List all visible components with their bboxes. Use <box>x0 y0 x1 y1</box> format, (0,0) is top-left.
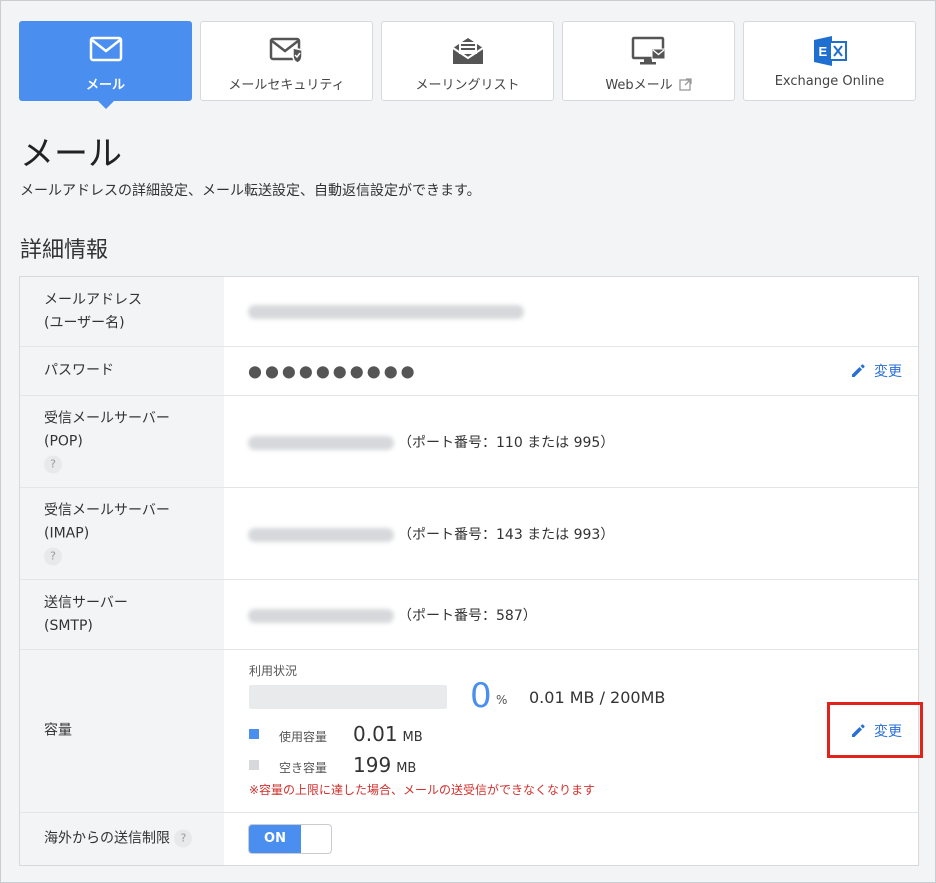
row-header: 容量 <box>20 650 224 812</box>
tab-exchange-online[interactable]: E Exchange Online <box>743 21 916 101</box>
overseas-label: 海外からの送信制限 <box>44 830 170 847</box>
imap-label: 受信メールサーバー <box>44 502 170 518</box>
free-value: 199 <box>353 753 392 777</box>
exchange-icon: E <box>813 36 847 66</box>
help-icon[interactable]: ? <box>44 547 62 565</box>
external-link-icon <box>679 78 692 91</box>
row-value: 利用状況 0 % 0.01 MB / 200MB 使用容量 0.01 MB 空き… <box>224 650 918 812</box>
tab-mail[interactable]: メール <box>19 21 192 109</box>
pop-server-redacted <box>248 435 394 450</box>
mailing-list-icon <box>451 38 484 64</box>
help-icon[interactable]: ? <box>174 829 193 848</box>
used-unit: MB <box>402 730 423 745</box>
tab-mailing-list[interactable]: メーリングリスト <box>381 21 554 101</box>
row-value <box>224 277 918 346</box>
detail-table: メールアドレス (ユーザー名) パスワード ●●●●●●●●●● 変更 受信メー… <box>19 276 919 866</box>
tab-label: Webメール <box>605 78 673 93</box>
row-value: （ポート番号：143 または 993） <box>224 488 918 579</box>
capacity-label: 容量 <box>44 722 72 739</box>
mail-icon <box>89 36 122 62</box>
row-smtp: 送信サーバー (SMTP) （ポート番号：587） <box>20 580 918 650</box>
section-title: 詳細情報 <box>20 238 109 263</box>
legend-swatch-used <box>249 729 259 739</box>
email-value-redacted <box>248 304 524 319</box>
row-header: 海外からの送信制限 ? <box>20 813 224 865</box>
row-value: （ポート番号：110 または 995） <box>224 396 918 487</box>
usage-label: 利用状況 <box>249 664 298 678</box>
email-label: メールアドレス <box>44 291 142 308</box>
row-header: 受信メールサーバー (POP) ? <box>20 396 224 487</box>
row-password: パスワード ●●●●●●●●●● 変更 <box>20 347 918 396</box>
row-pop: 受信メールサーバー (POP) ? （ポート番号：110 または 995） <box>20 396 918 488</box>
row-value: （ポート番号：587） <box>224 580 918 649</box>
highlight-box <box>827 702 923 758</box>
free-label: 空き容量 <box>279 761 328 775</box>
usage-total: 0.01 MB / 200MB <box>529 688 666 707</box>
legend-used: 使用容量 0.01 MB <box>249 722 423 746</box>
password-value: ●●●●●●●●●● <box>248 361 418 381</box>
tab-label: メールセキュリティ <box>228 78 345 93</box>
pop-label: 受信メールサーバー <box>44 410 170 426</box>
tab-label: Exchange Online <box>774 74 885 89</box>
help-icon[interactable]: ? <box>44 455 62 473</box>
monitor-mail-icon <box>631 36 665 65</box>
tab-label: メール <box>85 78 125 93</box>
tab-mail-security[interactable]: メールセキュリティ <box>200 21 373 101</box>
free-unit: MB <box>396 761 417 776</box>
pencil-icon <box>852 364 865 377</box>
used-label: 使用容量 <box>279 730 328 744</box>
password-label: パスワード <box>44 362 114 379</box>
overseas-toggle[interactable]: ON <box>248 824 332 854</box>
smtp-label-sub: (SMTP) <box>44 617 93 634</box>
edit-label: 変更 <box>874 364 902 380</box>
tab-webmail[interactable]: Webメール <box>562 21 735 101</box>
legend-free: 空き容量 199 MB <box>249 753 416 777</box>
row-header: 受信メールサーバー (IMAP) ? <box>20 488 224 579</box>
legend-swatch-free <box>249 760 259 770</box>
capacity-warning: ※容量の上限に達した場合、メールの送受信ができなくなります <box>249 783 596 797</box>
imap-label-sub: (IMAP) <box>44 525 90 541</box>
row-overseas-restriction: 海外からの送信制限 ? ON <box>20 813 918 865</box>
smtp-port: （ポート番号：587） <box>398 607 537 624</box>
pop-label-sub: (POP) <box>44 433 83 449</box>
row-value: ON <box>224 813 918 865</box>
smtp-server-redacted <box>248 608 394 623</box>
row-capacity: 容量 利用状況 0 % 0.01 MB / 200MB 使用容量 0.01 MB… <box>20 650 918 813</box>
tab-label-wrap: Webメール <box>563 74 734 93</box>
usage-percent: 0 <box>470 676 492 716</box>
row-header: メールアドレス (ユーザー名) <box>20 277 224 346</box>
imap-server-redacted <box>248 527 394 542</box>
page-description: メールアドレスの詳細設定、メール転送設定、自動返信設定ができます。 <box>20 183 481 199</box>
password-edit-button[interactable]: 変更 <box>850 361 902 381</box>
row-email: メールアドレス (ユーザー名) <box>20 277 918 347</box>
usage-bar <box>249 685 447 709</box>
row-header: 送信サーバー (SMTP) <box>20 580 224 649</box>
usage-percent-sign: % <box>496 693 508 707</box>
page-title: メール <box>20 134 122 174</box>
toggle-on-label: ON <box>249 825 301 853</box>
svg-text:E: E <box>818 44 827 59</box>
email-label-sub: (ユーザー名) <box>44 314 125 331</box>
used-value: 0.01 <box>353 722 398 746</box>
row-imap: 受信メールサーバー (IMAP) ? （ポート番号：143 または 993） <box>20 488 918 580</box>
smtp-label: 送信サーバー <box>44 594 128 611</box>
tab-label: メーリングリスト <box>415 78 520 93</box>
service-tabs: メール メールセキュリティ メーリングリスト Webメール E Exchange… <box>19 21 916 109</box>
mail-shield-icon <box>269 37 303 64</box>
row-header: パスワード <box>20 347 224 395</box>
pop-port: （ポート番号：110 または 995） <box>398 434 615 451</box>
row-value: ●●●●●●●●●● 変更 <box>224 347 918 395</box>
imap-port: （ポート番号：143 または 993） <box>398 526 615 543</box>
